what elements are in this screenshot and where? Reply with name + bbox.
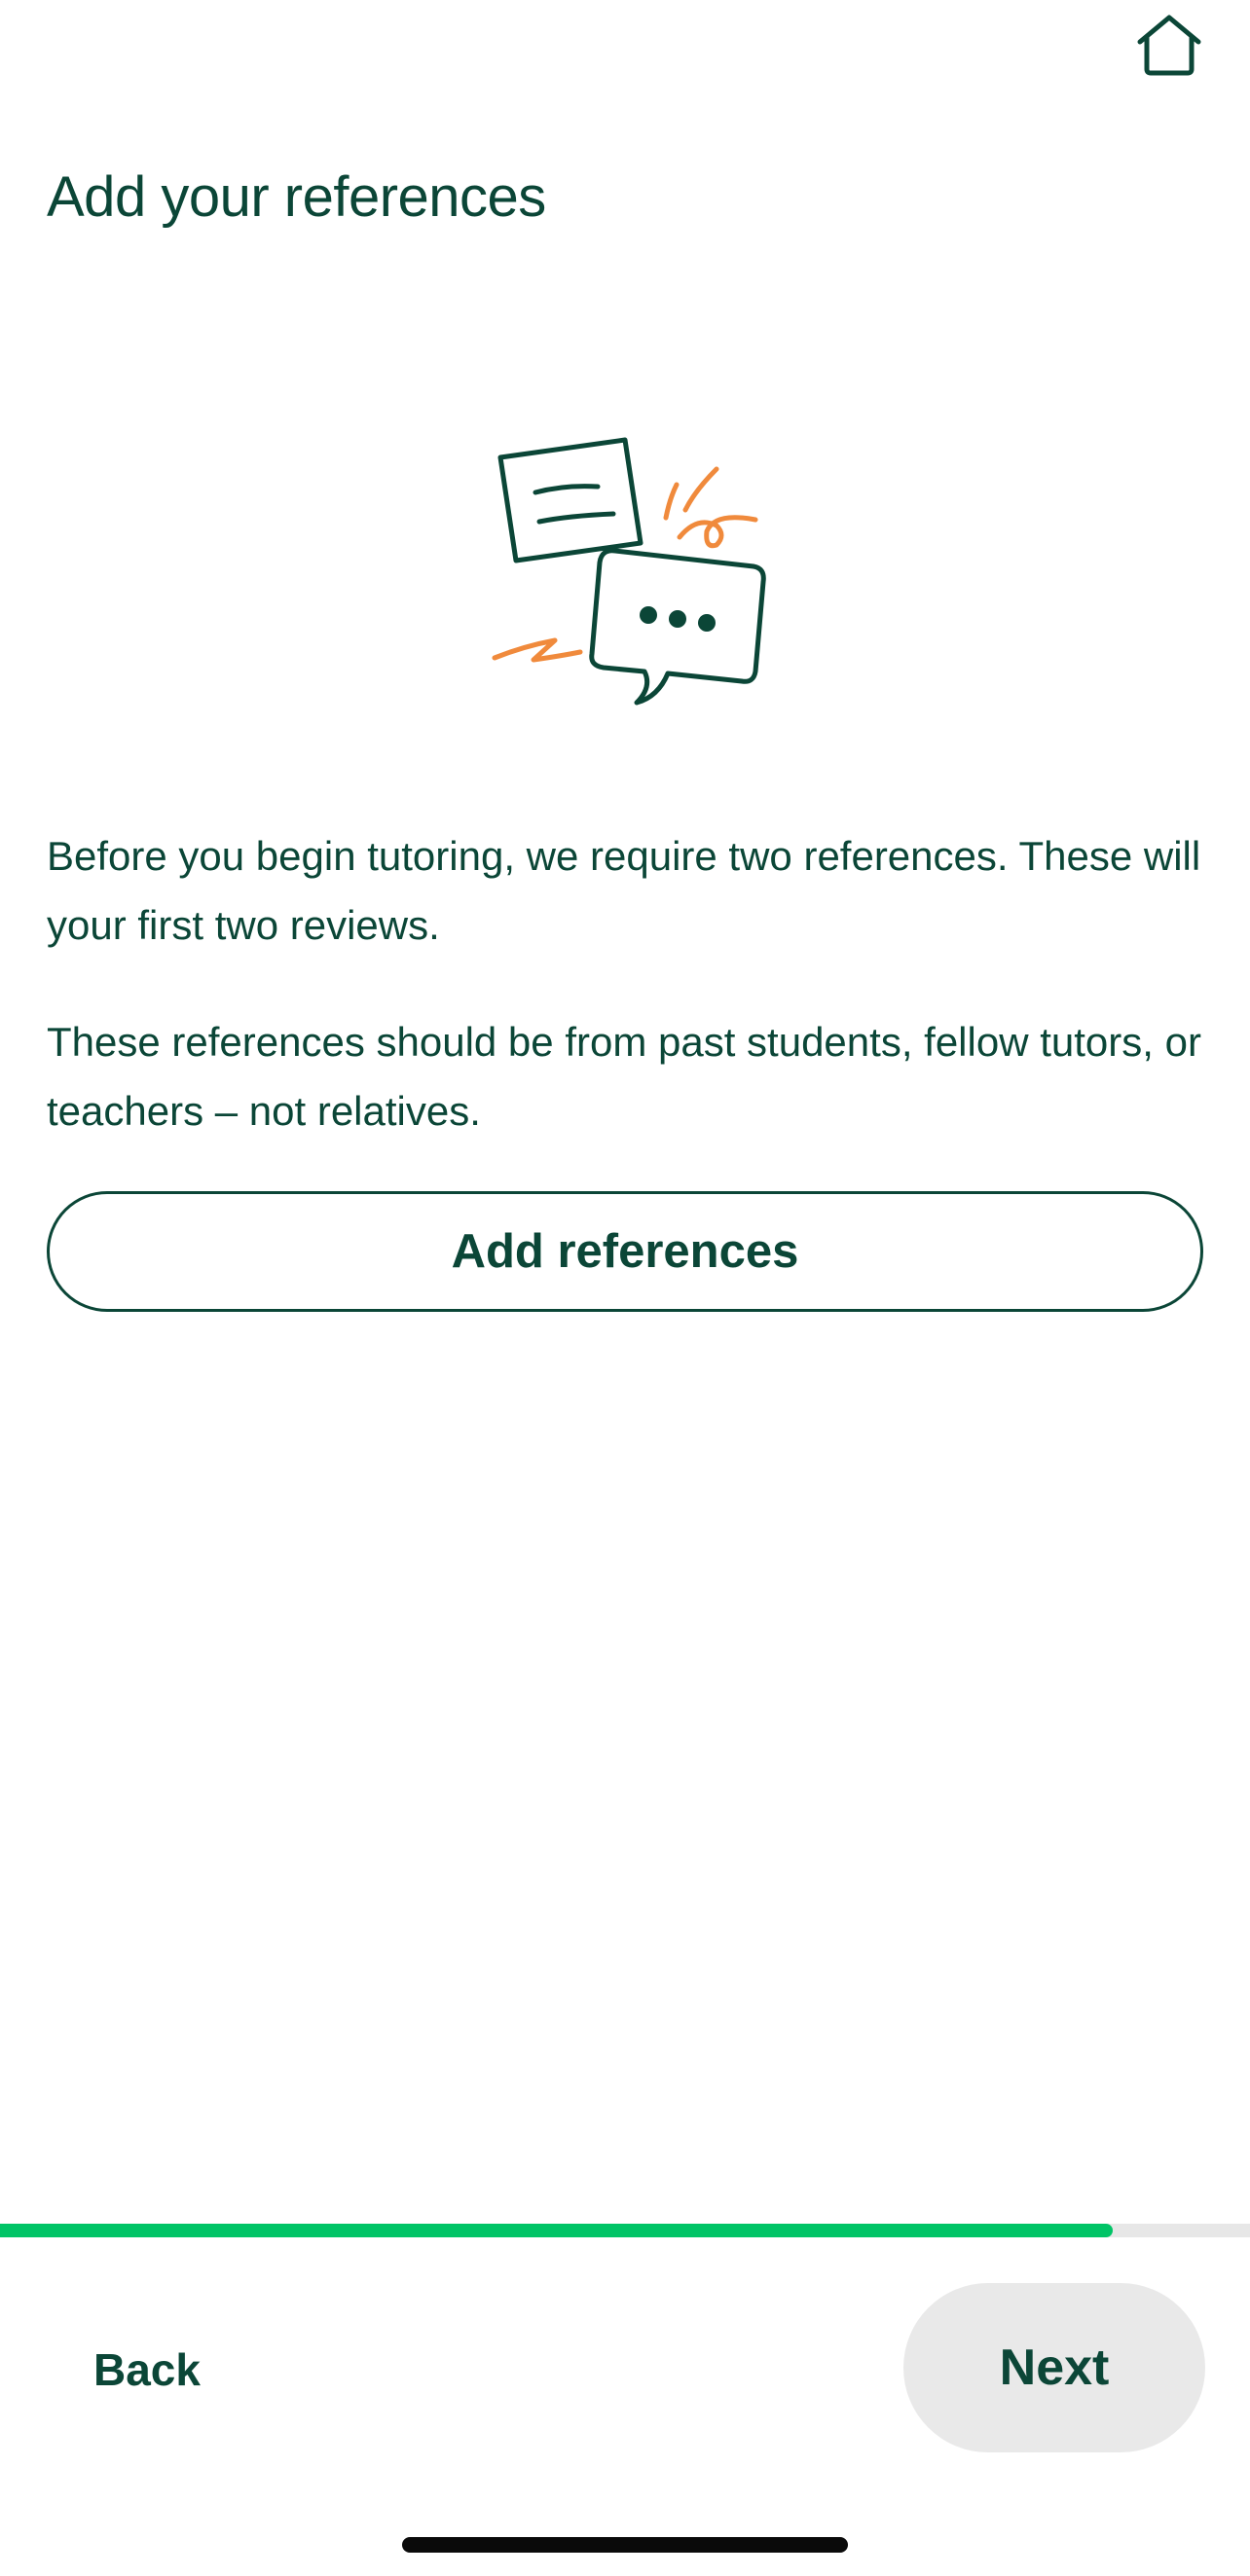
home-icon xyxy=(1134,13,1204,82)
next-button[interactable]: Next xyxy=(903,2283,1205,2452)
home-button[interactable] xyxy=(1129,10,1209,84)
progress-bar-fill xyxy=(0,2224,1113,2237)
references-intro-text: Before you begin tutoring, we require tw… xyxy=(47,833,1201,948)
home-indicator xyxy=(402,2537,848,2553)
add-references-button[interactable]: Add references xyxy=(47,1191,1203,1312)
back-button[interactable]: Back xyxy=(47,2306,241,2433)
document-and-chat-bubble-illustration xyxy=(477,428,789,720)
progress-bar xyxy=(0,2224,1250,2237)
page-title: Add your references xyxy=(47,165,546,229)
references-guidance-text: These references should be from past stu… xyxy=(47,1019,1201,1134)
